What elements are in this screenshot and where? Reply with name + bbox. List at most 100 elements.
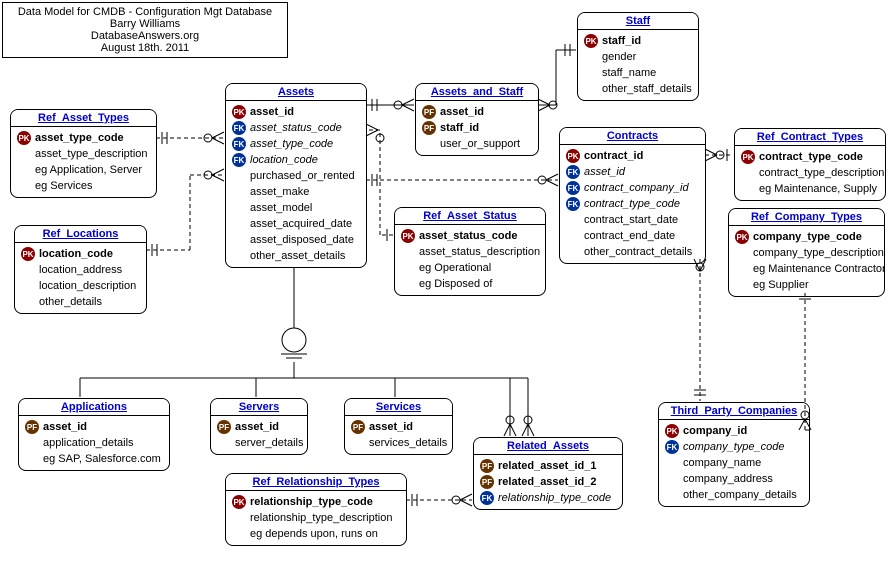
entity-title: Applications <box>19 399 169 416</box>
entity-attribute: PFrelated_asset_id_1 <box>480 458 616 474</box>
pk-icon: PK <box>665 424 679 438</box>
entity-attribute: eg SAP, Salesforce.com <box>25 451 163 467</box>
entity-attribute: PFrelated_asset_id_2 <box>480 474 616 490</box>
entity-attribute: PFasset_id <box>422 104 532 120</box>
entity-staff: StaffPKstaff_idgenderstaff_nameother_sta… <box>577 12 699 101</box>
entity-attribute: asset_acquired_date <box>232 216 360 232</box>
entity-ref-locations: Ref_LocationsPKlocation_codelocation_add… <box>14 225 147 314</box>
pk-icon: PK <box>566 149 580 163</box>
entity-title: Ref_Relationship_Types <box>226 474 406 491</box>
pf-icon: PF <box>422 105 436 119</box>
entity-ref-asset-types: Ref_Asset_Types PKasset_type_codeasset_ty… <box>10 109 157 198</box>
entity-attribute: PKcontract_id <box>566 148 699 164</box>
entity-attribute: eg Operational <box>401 260 539 276</box>
pf-icon: PF <box>422 121 436 135</box>
entity-attribute: company_name <box>665 455 803 471</box>
entity-attribute: asset_model <box>232 200 360 216</box>
entity-title: Assets <box>226 84 366 101</box>
entity-attribute: other_staff_details <box>584 81 692 97</box>
entity-related-assets: Related_Assets PFrelated_asset_id_1PFrela… <box>473 437 623 510</box>
entity-attribute: other_company_details <box>665 487 803 503</box>
entity-attribute: purchased_or_rented <box>232 168 360 184</box>
entity-contracts: ContractsPKcontract_idFKasset_idFKcontra… <box>559 127 706 264</box>
info-line4: August 18th. 2011 <box>11 42 279 54</box>
entity-servers: Servers PFasset_idserver_details <box>210 398 308 455</box>
entity-attribute: FKrelationship_type_code <box>480 490 616 506</box>
entity-attribute: asset_disposed_date <box>232 232 360 248</box>
pk-icon: PK <box>741 150 755 164</box>
entity-attribute: company_address <box>665 471 803 487</box>
entity-title: Servers <box>211 399 307 416</box>
entity-attribute: PKcompany_id <box>665 423 803 439</box>
entity-attribute: eg Supplier <box>735 277 878 293</box>
entity-title: Staff <box>578 13 698 30</box>
entity-attribute: user_or_support <box>422 136 532 152</box>
pk-icon: PK <box>401 229 415 243</box>
entity-attribute: contract_type_description <box>741 165 879 181</box>
entity-attribute: PKasset_status_code <box>401 228 539 244</box>
fk-icon: FK <box>665 440 679 454</box>
entity-title: Related_Assets <box>474 438 622 455</box>
entity-attribute: PKcontract_type_code <box>741 149 879 165</box>
entity-title: Assets_and_Staff <box>416 84 538 101</box>
pf-icon: PF <box>25 420 39 434</box>
entity-attribute: staff_name <box>584 65 692 81</box>
entity-title: Ref_Company_Types <box>729 209 884 226</box>
pk-icon: PK <box>21 247 35 261</box>
entity-attribute: FKcompany_type_code <box>665 439 803 455</box>
pk-icon: PK <box>584 34 598 48</box>
entity-attribute: asset_status_description <box>401 244 539 260</box>
entity-attribute: PKrelationship_type_code <box>232 494 400 510</box>
entity-attribute: location_description <box>21 278 140 294</box>
entity-attribute: relationship_type_description <box>232 510 400 526</box>
fk-icon: FK <box>566 197 580 211</box>
entity-ref-asset-status: Ref_Asset_StatusPKasset_status_codeasset… <box>394 207 546 296</box>
pf-icon: PF <box>480 475 494 489</box>
entity-attribute: FKlocation_code <box>232 152 360 168</box>
entity-attribute: PFasset_id <box>217 419 301 435</box>
pf-icon: PF <box>351 420 365 434</box>
entity-attribute: eg Maintenance, Supply <box>741 181 879 197</box>
info-line1: Data Model for CMDB - Configuration Mgt … <box>11 6 279 18</box>
entity-attribute: application_details <box>25 435 163 451</box>
fk-icon: FK <box>480 491 494 505</box>
entity-attribute: PFasset_id <box>351 419 446 435</box>
entity-attribute: FKcontract_type_code <box>566 196 699 212</box>
entity-attribute: eg Maintenance Contractor <box>735 261 878 277</box>
entity-attribute: FKasset_status_code <box>232 120 360 136</box>
entity-attribute: PKlocation_code <box>21 246 140 262</box>
entity-attribute: FKcontract_company_id <box>566 180 699 196</box>
entity-attribute: other_asset_details <box>232 248 360 264</box>
entity-attribute: services_details <box>351 435 446 451</box>
entity-title: Services <box>345 399 452 416</box>
entity-attribute: FKasset_type_code <box>232 136 360 152</box>
entity-attribute: asset_type_description <box>17 146 150 162</box>
info-line2: Barry Williams <box>11 18 279 30</box>
entity-ref-company-types: Ref_Company_TypesPKcompany_type_codecomp… <box>728 208 885 297</box>
entity-assets-and-staff: Assets_and_StaffPFasset_idPFstaff_iduser… <box>415 83 539 156</box>
entity-title: Contracts <box>560 128 705 145</box>
entity-attribute: company_type_description <box>735 245 878 261</box>
fk-icon: FK <box>232 153 246 167</box>
entity-attribute: PKasset_type_code <box>17 130 150 146</box>
entity-title: Third_Party_Companies <box>659 403 809 420</box>
entity-attribute: FKasset_id <box>566 164 699 180</box>
pk-icon: PK <box>232 105 246 119</box>
entity-title: Ref_Asset_Types <box>11 110 156 127</box>
entity-services: Services PFasset_idservices_details <box>344 398 453 455</box>
entity-assets: AssetsPKasset_idFKasset_status_codeFKass… <box>225 83 367 268</box>
entity-ref-relationship-types: Ref_Relationship_Types PKrelationship_typ… <box>225 473 407 546</box>
pf-icon: PF <box>217 420 231 434</box>
entity-attribute: eg Disposed of <box>401 276 539 292</box>
pf-icon: PF <box>480 459 494 473</box>
entity-attribute: eg Application, Server <box>17 162 150 178</box>
entity-attribute: eg depends upon, runs on <box>232 526 400 542</box>
entity-applications: ApplicationsPFasset_idapplication_detail… <box>18 398 170 471</box>
pk-icon: PK <box>735 230 749 244</box>
entity-attribute: eg Services <box>17 178 150 194</box>
fk-icon: FK <box>232 121 246 135</box>
entity-attribute: contract_start_date <box>566 212 699 228</box>
entity-attribute: server_details <box>217 435 301 451</box>
entity-attribute: other_details <box>21 294 140 310</box>
entity-third-party-companies: Third_Party_CompaniesPKcompany_idFKcompa… <box>658 402 810 507</box>
